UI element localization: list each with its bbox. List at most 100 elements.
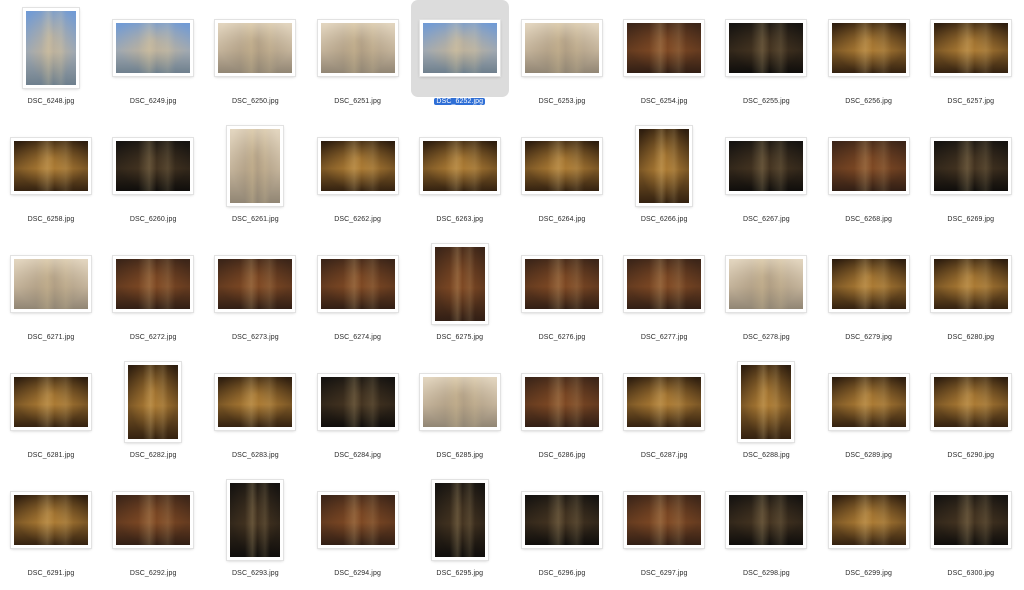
file-item[interactable]: DSC_6278.jpg xyxy=(715,236,817,354)
file-thumbnail[interactable] xyxy=(726,20,807,76)
file-thumbnail[interactable] xyxy=(930,374,1011,430)
file-thumbnail[interactable] xyxy=(636,126,693,206)
file-name-label[interactable]: DSC_6255.jpg xyxy=(715,97,817,106)
file-thumbnail[interactable] xyxy=(930,20,1011,76)
file-name-label[interactable]: DSC_6262.jpg xyxy=(307,215,409,224)
file-thumbnail[interactable] xyxy=(522,20,602,76)
file-thumbnail[interactable] xyxy=(419,374,500,430)
file-item[interactable]: DSC_6287.jpg xyxy=(613,354,715,472)
file-name-label[interactable]: DSC_6286.jpg xyxy=(511,451,613,460)
file-name-label[interactable]: DSC_6272.jpg xyxy=(102,333,204,342)
file-name-label[interactable]: DSC_6279.jpg xyxy=(818,333,920,342)
file-item[interactable]: DSC_6251.jpg xyxy=(307,0,409,118)
file-thumbnail[interactable] xyxy=(317,20,398,76)
file-thumbnail[interactable] xyxy=(11,374,91,430)
file-item[interactable]: DSC_6289.jpg xyxy=(818,354,920,472)
file-thumbnail[interactable] xyxy=(624,256,705,312)
file-item[interactable]: DSC_6269.jpg xyxy=(920,118,1022,236)
file-thumbnail[interactable] xyxy=(522,138,602,194)
file-thumbnail[interactable] xyxy=(125,362,182,442)
file-name-label[interactable]: DSC_6276.jpg xyxy=(511,333,613,342)
file-item[interactable]: DSC_6296.jpg xyxy=(511,472,613,590)
file-item[interactable]: DSC_6275.jpg xyxy=(409,236,511,354)
file-thumbnail[interactable] xyxy=(215,256,296,312)
file-name-label[interactable]: DSC_6287.jpg xyxy=(613,451,715,460)
file-name-label[interactable]: DSC_6253.jpg xyxy=(511,97,613,106)
file-item[interactable]: DSC_6284.jpg xyxy=(307,354,409,472)
file-name-label[interactable]: DSC_6264.jpg xyxy=(511,215,613,224)
file-thumbnail[interactable] xyxy=(828,138,909,194)
file-name-label[interactable]: DSC_6283.jpg xyxy=(204,451,306,460)
file-name-label[interactable]: DSC_6263.jpg xyxy=(409,215,511,224)
file-thumbnail[interactable] xyxy=(317,256,398,312)
file-name-label[interactable]: DSC_6249.jpg xyxy=(102,97,204,106)
file-name-label[interactable]: DSC_6266.jpg xyxy=(613,215,715,224)
file-name-label[interactable]: DSC_6296.jpg xyxy=(511,569,613,578)
file-item[interactable]: DSC_6297.jpg xyxy=(613,472,715,590)
file-name-label[interactable]: DSC_6275.jpg xyxy=(409,333,511,342)
file-name-label[interactable]: DSC_6271.jpg xyxy=(0,333,102,342)
file-item[interactable]: DSC_6300.jpg xyxy=(920,472,1022,590)
file-name-label[interactable]: DSC_6257.jpg xyxy=(920,97,1022,106)
file-item[interactable]: DSC_6294.jpg xyxy=(307,472,409,590)
file-thumbnail[interactable] xyxy=(624,20,705,76)
file-thumbnail[interactable] xyxy=(11,138,91,194)
file-item[interactable]: DSC_6295.jpg xyxy=(409,472,511,590)
file-name-label[interactable]: DSC_6250.jpg xyxy=(204,97,306,106)
file-thumbnail[interactable] xyxy=(227,480,284,560)
file-thumbnail[interactable] xyxy=(11,256,91,312)
file-item[interactable]: DSC_6298.jpg xyxy=(715,472,817,590)
file-item[interactable]: DSC_6283.jpg xyxy=(204,354,306,472)
file-thumbnail[interactable] xyxy=(11,492,91,548)
file-name-label[interactable]: DSC_6248.jpg xyxy=(0,97,102,106)
file-item[interactable]: DSC_6256.jpg xyxy=(818,0,920,118)
file-name-label[interactable]: DSC_6280.jpg xyxy=(920,333,1022,342)
file-thumbnail[interactable] xyxy=(930,138,1011,194)
file-item[interactable]: DSC_6253.jpg xyxy=(511,0,613,118)
file-thumbnail[interactable] xyxy=(726,138,807,194)
file-thumbnail[interactable] xyxy=(317,492,398,548)
file-name-label[interactable]: DSC_6295.jpg xyxy=(409,569,511,578)
file-name-label[interactable]: DSC_6297.jpg xyxy=(613,569,715,578)
file-item[interactable]: DSC_6279.jpg xyxy=(818,236,920,354)
file-name-label[interactable]: DSC_6277.jpg xyxy=(613,333,715,342)
file-item[interactable]: DSC_6263.jpg xyxy=(409,118,511,236)
file-name-label[interactable]: DSC_6293.jpg xyxy=(204,569,306,578)
file-name-label[interactable]: DSC_6294.jpg xyxy=(307,569,409,578)
file-item[interactable]: DSC_6272.jpg xyxy=(102,236,204,354)
file-thumbnail[interactable] xyxy=(317,374,398,430)
file-name-label[interactable]: DSC_6267.jpg xyxy=(715,215,817,224)
file-name-label[interactable]: DSC_6258.jpg xyxy=(0,215,102,224)
file-thumbnail[interactable] xyxy=(828,374,909,430)
file-thumbnail[interactable] xyxy=(113,256,194,312)
file-name-label[interactable]: DSC_6251.jpg xyxy=(307,97,409,106)
file-name-label[interactable]: DSC_6292.jpg xyxy=(102,569,204,578)
file-thumbnail[interactable] xyxy=(23,8,79,88)
file-thumbnail[interactable] xyxy=(522,492,602,548)
file-item[interactable]: DSC_6276.jpg xyxy=(511,236,613,354)
file-name-label[interactable]: DSC_6278.jpg xyxy=(715,333,817,342)
file-thumbnail[interactable] xyxy=(522,374,602,430)
file-thumbnail[interactable] xyxy=(624,374,705,430)
file-thumbnail[interactable] xyxy=(215,374,296,430)
file-item[interactable]: DSC_6285.jpg xyxy=(409,354,511,472)
file-item[interactable]: DSC_6274.jpg xyxy=(307,236,409,354)
file-name-label[interactable]: DSC_6282.jpg xyxy=(102,451,204,460)
file-item[interactable]: DSC_6260.jpg xyxy=(102,118,204,236)
file-name-label[interactable]: DSC_6300.jpg xyxy=(920,569,1022,578)
file-item[interactable]: DSC_6273.jpg xyxy=(204,236,306,354)
file-thumbnail[interactable] xyxy=(828,492,909,548)
file-item[interactable]: DSC_6266.jpg xyxy=(613,118,715,236)
file-name-label[interactable]: DSC_6273.jpg xyxy=(204,333,306,342)
file-thumbnail[interactable] xyxy=(113,138,194,194)
file-name-label[interactable]: DSC_6268.jpg xyxy=(818,215,920,224)
file-item[interactable]: DSC_6281.jpg xyxy=(0,354,102,472)
file-thumbnail[interactable] xyxy=(227,126,284,206)
file-item[interactable]: DSC_6262.jpg xyxy=(307,118,409,236)
file-thumbnail[interactable] xyxy=(738,362,795,442)
file-item[interactable]: DSC_6288.jpg xyxy=(715,354,817,472)
file-thumbnail[interactable] xyxy=(828,20,909,76)
file-item[interactable]: DSC_6252.jpg xyxy=(409,0,511,118)
file-item[interactable]: DSC_6264.jpg xyxy=(511,118,613,236)
file-thumbnail[interactable] xyxy=(431,244,488,324)
